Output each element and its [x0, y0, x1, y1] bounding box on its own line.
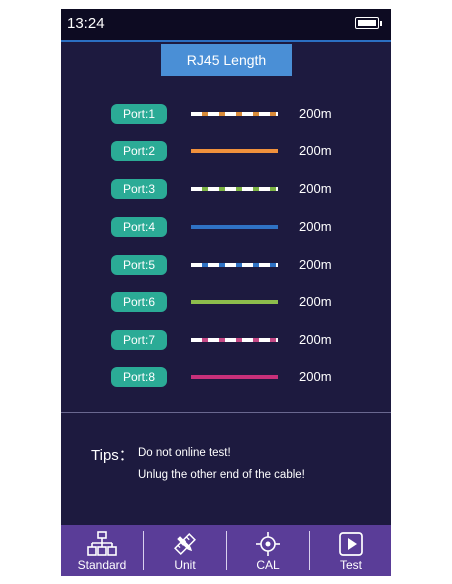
port-row: Port:6 200m: [61, 292, 391, 314]
test-button[interactable]: Test: [310, 525, 391, 576]
port-badge[interactable]: Port:5: [111, 255, 167, 275]
cable-length: 200m: [299, 294, 332, 309]
cable-length: 200m: [299, 181, 332, 196]
port-row: Port:7 200m: [61, 330, 391, 352]
cable-pair-line: [191, 149, 278, 153]
port-row: Port:5 200m: [61, 255, 391, 277]
cable-pair-line: [191, 300, 278, 304]
tips-line-2: Unlug the other end of the cable!: [138, 469, 305, 481]
port-badge[interactable]: Port:2: [111, 141, 167, 161]
cable-pair-line: [191, 187, 278, 191]
standard-button[interactable]: Standard: [61, 525, 143, 576]
page-title: RJ45 Length: [161, 44, 292, 76]
cal-button[interactable]: CAL: [227, 525, 309, 576]
crosshair-icon: [256, 532, 280, 556]
ruler-pencil-icon: [174, 533, 196, 555]
cable-length: 200m: [299, 143, 332, 158]
status-divider: [61, 40, 391, 42]
tips-line-1: Do not online test!: [138, 447, 231, 459]
port-row: Port:4 200m: [61, 217, 391, 239]
port-row: Port:1 200m: [61, 104, 391, 126]
standard-label: Standard: [77, 558, 127, 572]
tips-label: Tips：: [91, 447, 134, 464]
cable-length: 200m: [299, 369, 332, 384]
cable-pair-line: [191, 375, 278, 379]
unit-label: Unit: [174, 558, 196, 572]
port-row: Port:3 200m: [61, 179, 391, 201]
port-badge[interactable]: Port:3: [111, 179, 167, 199]
cable-pair-line: [191, 263, 278, 267]
cal-label: CAL: [256, 558, 280, 572]
port-badge[interactable]: Port:8: [111, 367, 167, 387]
device-screen: 13:24 RJ45 Length Port:1 200m Port:2 200m Po…: [61, 9, 391, 576]
port-badge[interactable]: Port:1: [111, 104, 167, 124]
unit-button[interactable]: Unit: [144, 525, 226, 576]
battery-full-icon: [355, 17, 382, 29]
bottom-toolbar: Standard Unit CAL Test: [61, 525, 391, 576]
cable-pair-line: [191, 112, 278, 116]
port-badge[interactable]: Port:4: [111, 217, 167, 237]
play-icon: [339, 532, 363, 556]
port-badge[interactable]: Port:6: [111, 292, 167, 312]
status-bar: 13:24: [61, 9, 391, 40]
section-divider: [61, 412, 391, 413]
cable-length: 200m: [299, 106, 332, 121]
port-badge[interactable]: Port:7: [111, 330, 167, 350]
port-row: Port:2 200m: [61, 141, 391, 163]
cable-length: 200m: [299, 332, 332, 347]
clock: 13:24: [67, 15, 105, 32]
test-label: Test: [339, 558, 362, 572]
cable-length: 200m: [299, 257, 332, 272]
network-tree-icon: [87, 531, 117, 556]
port-row: Port:8 200m: [61, 367, 391, 389]
cable-length: 200m: [299, 219, 332, 234]
cable-pair-line: [191, 338, 278, 342]
cable-pair-line: [191, 225, 278, 229]
